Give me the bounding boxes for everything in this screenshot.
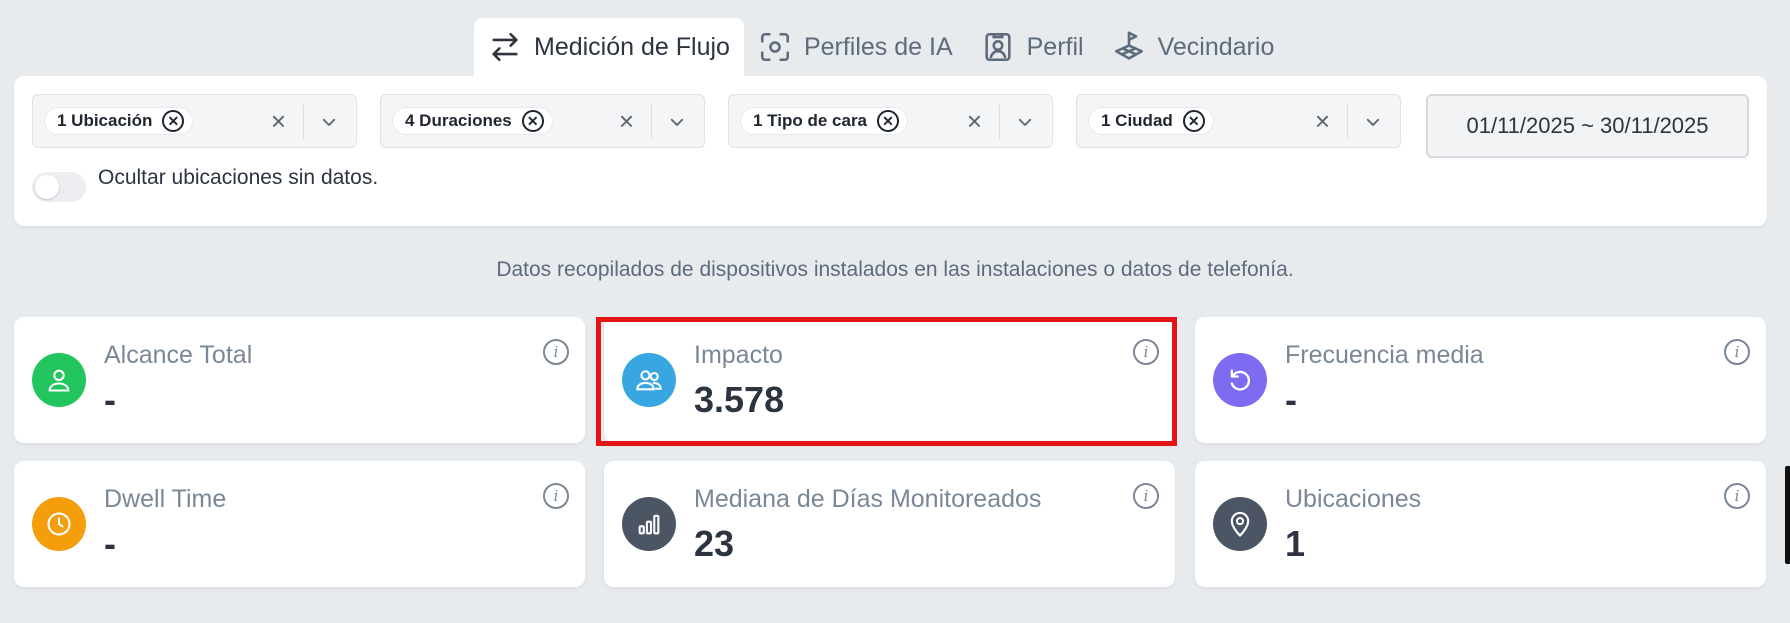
card-value: 3.578 [694,379,785,420]
tab-bar: Medición de Flujo Perfiles de IA Perfil … [474,18,1288,76]
duration-select[interactable]: 4 Duraciones ✕ × [380,94,705,148]
info-icon[interactable]: i [543,483,569,509]
card-value: 1 [1285,523,1306,564]
chip-label: 1 Tipo de cara [753,111,868,130]
tab-vecindario[interactable]: Vecindario [1098,18,1289,76]
filter-chip: 1 Ubicación ✕ [45,108,193,134]
divider [303,105,304,139]
city-select[interactable]: 1 Ciudad ✕ × [1076,94,1401,148]
card-alcance-total: Alcance Total - i [14,317,585,443]
remove-chip-icon[interactable]: ✕ [521,110,544,132]
chevron-down-icon[interactable] [320,113,338,131]
refresh-icon [1213,353,1267,407]
clear-icon[interactable]: × [1315,108,1330,134]
clear-icon[interactable]: × [271,108,286,134]
swap-arrows-icon [492,32,518,62]
divider [1347,105,1348,139]
hide-empty-toggle[interactable] [32,172,86,202]
info-icon[interactable]: i [543,339,569,365]
clock-icon [32,497,86,551]
card-title: Mediana de Días Monitoreados [694,485,1042,513]
chevron-down-icon[interactable] [1364,113,1382,131]
clear-icon[interactable]: × [619,108,634,134]
info-icon[interactable]: i [1724,339,1750,365]
card-title: Dwell Time [104,485,227,513]
chip-label: 1 Ciudad [1101,111,1173,130]
remove-chip-icon[interactable]: ✕ [877,110,900,132]
face-scan-icon [760,32,789,62]
tab-perfil[interactable]: Perfil [967,18,1098,76]
filter-panel: 1 Ubicación ✕ × 4 Duraciones ✕ × 1 Tipo … [14,76,1767,226]
users-icon [622,353,676,407]
card-value: - [104,379,116,420]
card-title: Alcance Total [104,341,253,369]
toggle-label: Ocultar ubicaciones sin datos. [98,166,379,189]
card-impacto: Impacto 3.578 i [604,317,1175,443]
remove-chip-icon[interactable]: ✕ [162,110,185,132]
chip-label: 1 Ubicación [57,111,153,130]
info-icon[interactable]: i [1724,483,1750,509]
clear-icon[interactable]: × [967,108,982,134]
divider [651,105,652,139]
filter-chip: 1 Ciudad ✕ [1089,108,1213,134]
card-value: - [1285,379,1297,420]
chevron-down-icon[interactable] [1016,113,1034,131]
remove-chip-icon[interactable]: ✕ [1182,110,1205,132]
location-select[interactable]: 1 Ubicación ✕ × [32,94,357,148]
profile-card-icon [985,32,1011,62]
location-pin-icon [1213,497,1267,551]
card-value: 23 [694,523,735,564]
data-source-note: Datos recopilados de dispositivos instal… [496,258,1294,281]
card-dwell-time: Dwell Time - i [14,461,585,587]
info-icon[interactable]: i [1133,483,1159,509]
chevron-down-icon[interactable] [668,113,686,131]
card-value: - [104,523,116,564]
tab-label: Perfiles de IA [803,32,953,61]
chip-label: 4 Duraciones [405,111,512,130]
tab-label: Perfil [1026,32,1084,61]
card-ubicaciones: Ubicaciones 1 i [1195,461,1766,587]
card-title: Frecuencia media [1285,341,1484,369]
scrollbar-thumb[interactable] [1785,466,1790,564]
map-location-icon [1114,31,1143,60]
date-range-picker[interactable]: 01/11/2025 ~ 30/11/2025 [1426,94,1749,158]
bar-chart-icon [622,497,676,551]
user-icon [32,353,86,407]
card-frecuencia-media: Frecuencia media - i [1195,317,1766,443]
info-icon[interactable]: i [1133,339,1159,365]
card-title: Impacto [694,341,783,369]
card-title: Ubicaciones [1285,485,1422,513]
card-mediana-dias: Mediana de Días Monitoreados 23 i [604,461,1175,587]
tab-label: Vecindario [1157,32,1275,61]
face-type-select[interactable]: 1 Tipo de cara ✕ × [728,94,1053,148]
filter-chip: 4 Duraciones ✕ [393,108,552,134]
tab-perfiles-de-ia[interactable]: Perfiles de IA [744,18,967,76]
filter-chip: 1 Tipo de cara ✕ [741,108,908,134]
divider [999,105,1000,139]
tab-label: Medición de Flujo [534,32,730,61]
tab-medicion-de-flujo[interactable]: Medición de Flujo [474,18,744,76]
